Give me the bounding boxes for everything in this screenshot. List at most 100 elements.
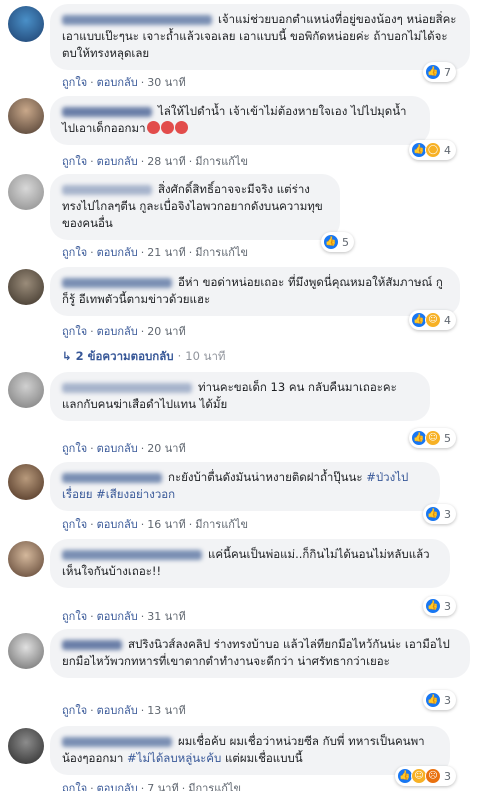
avatar[interactable] [8,6,44,42]
haha-reaction-icon: ☺ [425,430,441,446]
commenter-name[interactable] [62,549,202,560]
comment-time[interactable]: 31 นาที [147,610,185,623]
like-link[interactable]: ถูกใจ [62,610,87,623]
reply-link[interactable]: ตอบกลับ [97,325,138,338]
like-link[interactable]: ถูกใจ [62,782,87,791]
comment-bubble: ผมเชื่อค้บ ผมเชื่อว่าหน่วยซีล กับพี่ ทหา… [50,726,450,775]
comment-time[interactable]: 28 นาที [147,155,185,168]
comment-actions: ถูกใจ · ตอบกลับ · 13 นาที [62,704,186,717]
comment-time[interactable]: 13 นาที [147,704,185,717]
comment-bubble: กะยังบ้าตื่นดังมันน่าหงายติดฝาถ้ำปุ๊นนะ … [50,462,440,511]
reaction-summary[interactable]: 👍 3 [423,690,456,710]
angry-reaction-icon: ☹ [425,768,441,784]
reaction-summary[interactable]: 👍 ☺ ☹ 3 [395,766,456,786]
comment-actions: ถูกใจ · ตอบกลับ · 30 นาที [62,76,186,89]
reaction-count: 3 [444,769,451,783]
angry-emoji-icon [146,121,160,134]
comment-text: กะยังบ้าตื่นดังมันน่าหงายติดฝาถ้ำปุ๊นนะ [168,470,367,484]
like-link[interactable]: ถูกใจ [62,442,87,455]
reply-arrow-icon: ↳ [62,349,72,363]
comment-time[interactable]: 21 นาที [147,246,185,259]
comment-time[interactable]: 30 นาที [147,76,185,89]
comment-bubble: แค่นี้คนเป็นพ่อแม่..ก็กินไม่ได้นอนไม่หลั… [50,539,450,588]
reaction-summary[interactable]: 👍 3 [423,596,456,616]
commenter-name[interactable] [62,106,152,117]
reaction-summary[interactable]: 👍 7 [423,62,456,82]
like-reaction-icon: 👍 [425,598,441,614]
avatar[interactable] [8,633,44,669]
edited-label[interactable]: มีการแก้ไข [188,782,241,791]
reply-link[interactable]: ตอบกลับ [97,76,138,89]
edited-label[interactable]: มีการแก้ไข [195,246,248,259]
replies-label: 2 ข้อความตอบกลับ [75,349,174,363]
like-link[interactable]: ถูกใจ [62,518,87,531]
reaction-count: 3 [444,599,451,613]
reaction-count: 3 [444,693,451,707]
comment-actions: ถูกใจ · ตอบกลับ · 16 นาที · มีการแก้ไข [62,518,249,531]
comment-bubble: ท่านคะขอเด็ก 13 คน กลับคืนมาเถอะคะ แลกกั… [50,372,430,421]
wow-reaction-icon: ◯ [425,142,441,158]
avatar[interactable] [8,464,44,500]
comment-actions: ถูกใจ · ตอบกลับ · 20 นาที [62,442,186,455]
like-link[interactable]: ถูกใจ [62,246,87,259]
reaction-count: 4 [444,313,451,327]
comment-time[interactable]: 20 นาที [147,325,185,338]
reaction-summary[interactable]: 👍 3 [423,504,456,524]
reaction-count: 7 [444,65,451,79]
avatar[interactable] [8,728,44,764]
like-link[interactable]: ถูกใจ [62,76,87,89]
like-reaction-icon: 👍 [425,64,441,80]
reaction-summary[interactable]: 👍 5 [321,232,354,252]
reply-link[interactable]: ตอบกลับ [97,782,138,791]
reply-link[interactable]: ตอบกลับ [97,155,138,168]
like-link[interactable]: ถูกใจ [62,325,87,338]
commenter-name[interactable] [62,14,212,25]
view-replies-link[interactable]: ↳ 2 ข้อความตอบกลับ · 10 นาที [62,348,226,366]
avatar[interactable] [8,372,44,408]
hashtag-link[interactable]: #เสียงอย่างวอก [96,487,175,501]
hashtag-link[interactable]: #ไม่ได้ลบหลู่นะค้บ [127,751,221,765]
like-link[interactable]: ถูกใจ [62,704,87,717]
comment-bubble: อีห่า ขอด่าหน่อยเถอะ ที่มึงพูดนี่คุณหมอใ… [50,267,460,316]
like-reaction-icon: 👍 [323,234,339,250]
comment-bubble: เจ้าแม่ช่วยบอกตำแหน่งที่อยู่ของน้องๆ หน่… [50,4,470,70]
comment-actions: ถูกใจ · ตอบกลับ · 20 นาที [62,325,186,338]
reaction-summary[interactable]: 👍 ☺ 4 [409,310,456,330]
commenter-name[interactable] [62,639,122,650]
edited-label[interactable]: มีการแก้ไข [195,155,248,168]
reply-link[interactable]: ตอบกลับ [97,442,138,455]
comment-bubble: สปริงนิวส์ลงคลิป ร่างทรงบ้าบอ แล้วไล่ทีย… [50,629,470,678]
comment-bubble: ไล่ให้ไปดำน้ำ เจ้าเข้าไม่ต้องหายใจเอง ไป… [50,96,430,145]
commenter-name[interactable] [62,472,162,483]
commenter-name[interactable] [62,736,172,747]
comment-time[interactable]: 20 นาที [147,442,185,455]
commenter-name[interactable] [62,184,152,195]
comment-bubble: สิ่งศักดิ์สิทธิ์อาจจะมีจริง แต่ร่างทรงไป… [50,174,340,240]
reaction-summary[interactable]: 👍 ◯ 4 [409,140,456,160]
avatar[interactable] [8,174,44,210]
comment-actions: ถูกใจ · ตอบกลับ · 28 นาที · มีการแก้ไข [62,155,249,168]
like-link[interactable]: ถูกใจ [62,155,87,168]
reaction-count: 5 [342,235,349,249]
comment-actions: ถูกใจ · ตอบกลับ · 21 นาที · มีการแก้ไข [62,246,249,259]
commenter-name[interactable] [62,277,172,288]
avatar[interactable] [8,269,44,305]
comment-text-after: แต่ผมเชื่อแบบนี้ [221,751,303,765]
reply-link[interactable]: ตอบกลับ [97,518,138,531]
reply-link[interactable]: ตอบกลับ [97,704,138,717]
commenter-name[interactable] [62,382,192,393]
replies-time: 10 นาที [185,349,226,363]
reaction-summary[interactable]: 👍 ☺ 5 [409,428,456,448]
edited-label[interactable]: มีการแก้ไข [195,518,248,531]
comment-time[interactable]: 7 นาที [147,782,178,791]
reaction-count: 5 [444,431,451,445]
reaction-count: 4 [444,143,451,157]
reply-link[interactable]: ตอบกลับ [97,610,138,623]
comment-actions: ถูกใจ · ตอบกลับ · 31 นาที [62,610,186,623]
like-reaction-icon: 👍 [425,506,441,522]
avatar[interactable] [8,98,44,134]
comment-time[interactable]: 16 นาที [147,518,185,531]
reply-link[interactable]: ตอบกลับ [97,246,138,259]
avatar[interactable] [8,541,44,577]
angry-emoji-icon [174,121,188,134]
